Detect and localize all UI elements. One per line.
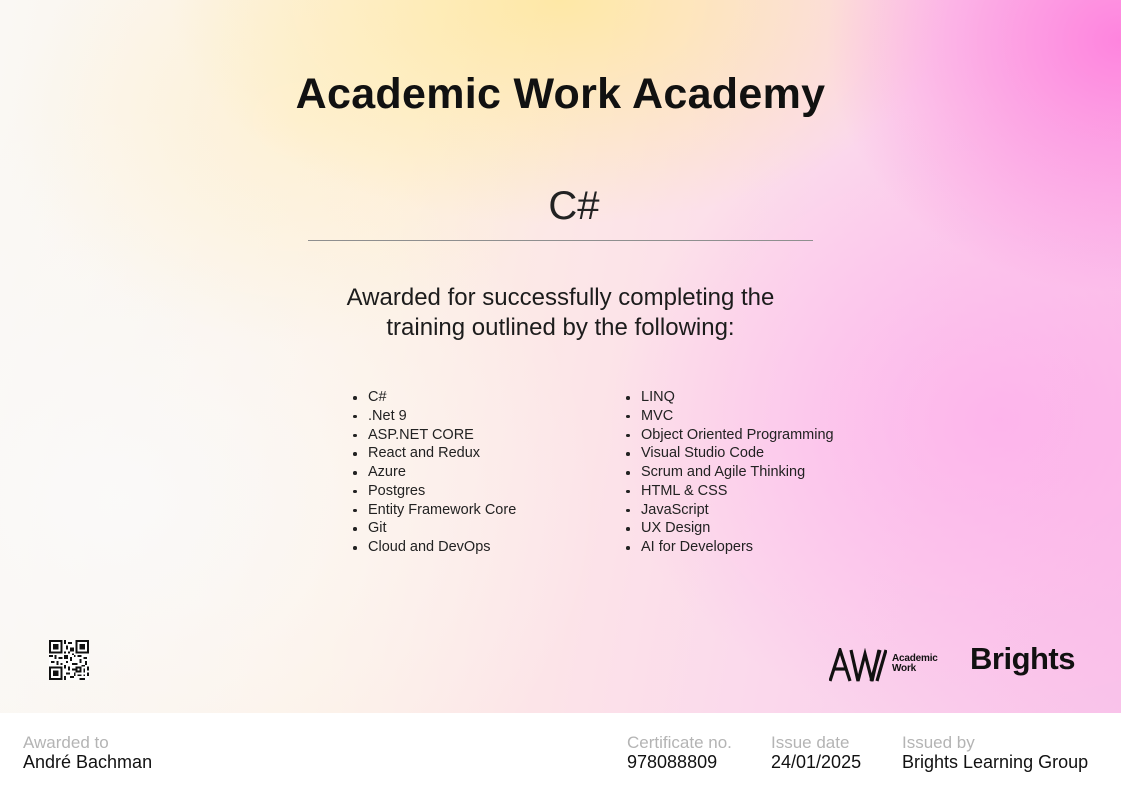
awarded-to-field: Awarded to André Bachman (23, 733, 152, 772)
brights-logo: Brights (970, 641, 1076, 676)
list-item: ASP.NET CORE (351, 426, 516, 445)
list-item: Git (351, 519, 516, 538)
list-item: Azure (351, 463, 516, 482)
list-item: HTML & CSS (624, 482, 834, 501)
list-item: MVC (624, 407, 834, 426)
awarded-statement-line: training outlined by the following: (386, 314, 735, 341)
list-item: Postgres (351, 482, 516, 501)
list-item: .Net 9 (351, 407, 516, 426)
list-item: C# (351, 388, 516, 407)
awarded-to-label: Awarded to (23, 733, 109, 752)
academic-work-logo-icon (829, 648, 887, 682)
divider (308, 240, 813, 241)
list-item: Entity Framework Core (351, 501, 516, 520)
issue-date-field: Issue date 24/01/2025 (771, 733, 861, 772)
issue-date-label: Issue date (771, 733, 850, 752)
certificate-number-field: Certificate no. 978088809 (627, 733, 732, 772)
list-item: Scrum and Agile Thinking (624, 463, 834, 482)
list-item: Cloud and DevOps (351, 538, 516, 557)
issued-by-field: Issued by Brights Learning Group (902, 733, 1088, 772)
certificate-number-label: Certificate no. (627, 733, 732, 752)
list-item: UX Design (624, 519, 834, 538)
issued-by-label: Issued by (902, 733, 975, 752)
wordmark-line: Work (892, 663, 917, 674)
list-item: JavaScript (624, 501, 834, 520)
issue-date-value: 24/01/2025 (771, 752, 862, 772)
recipient-name: André Bachman (23, 752, 153, 772)
certificate-number-value: 978088809 (627, 752, 718, 772)
list-item: Visual Studio Code (624, 444, 834, 463)
list-item: AI for Developers (624, 538, 834, 557)
topics-list-left: C# .Net 9 ASP.NET CORE React and Redux A… (351, 388, 516, 557)
awarded-statement: Awarded for successfully completing the … (0, 283, 1121, 343)
certificate-card: Academic Work Academy C# Awarded for suc… (0, 0, 1121, 713)
topics-list-right: LINQ MVC Object Oriented Programming Vis… (624, 388, 834, 557)
course-title: C# (548, 184, 600, 228)
list-item: Object Oriented Programming (624, 426, 834, 445)
academic-work-logo: Academic Work (829, 646, 942, 682)
list-item: LINQ (624, 388, 834, 407)
qr-code-icon (49, 640, 89, 680)
awarded-statement-line: Awarded for successfully completing the (346, 284, 775, 311)
organization-title: Academic Work Academy (295, 70, 826, 118)
issuer-name: Brights Learning Group (902, 752, 1089, 772)
academic-work-wordmark: Academic Work (892, 654, 938, 674)
list-item: React and Redux (351, 444, 516, 463)
